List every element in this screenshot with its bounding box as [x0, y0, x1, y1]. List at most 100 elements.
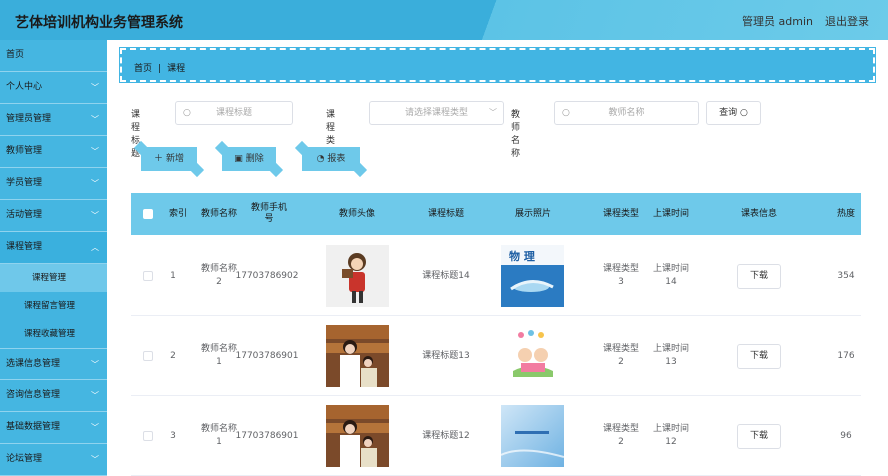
add-button[interactable]: ＋ 新增 [141, 147, 197, 171]
select-all-checkbox[interactable] [143, 209, 153, 219]
teacher-search-label: 教师名称 [511, 110, 521, 159]
chevron-down-icon: ﹀ [91, 360, 99, 369]
cell-teacher: 教师名称1 [200, 424, 237, 447]
column-header-index[interactable]: 索引 [163, 193, 193, 235]
cell-avatar [326, 236, 389, 316]
sidebar-item-teacher[interactable]: 教师管理 ﹀ [0, 136, 107, 168]
row-checkbox[interactable] [143, 431, 153, 441]
sidebar-item-profile[interactable]: 个人中心 ﹀ [0, 72, 107, 104]
search-icon: ○ [740, 108, 748, 118]
sidebar-subitem-label: 课程管理 [32, 273, 67, 283]
chevron-down-icon: ﹀ [91, 391, 99, 400]
sidebar-item-label: 基础数据管理 [6, 422, 61, 432]
column-header-phone[interactable]: 教师手机号 [249, 193, 289, 235]
sidebar-item-home[interactable]: 首页 [0, 40, 107, 72]
cell-avatar [326, 316, 389, 396]
download-button[interactable]: 下载 [737, 263, 781, 289]
chevron-down-icon: ﹀ [91, 211, 99, 220]
report-button[interactable]: ◔ 报表 [302, 147, 360, 171]
chevron-down-icon: ﹀ [91, 455, 99, 464]
cell-schedule: 下载 [736, 316, 782, 396]
plus-icon: ＋ [154, 154, 164, 164]
report-button-label: 报表 [327, 154, 346, 164]
cell-type: 课程类型2 [602, 424, 639, 447]
cell-type: 课程类型3 [602, 264, 639, 287]
cell-photo: 物 理 [501, 236, 564, 316]
row-select-cell [141, 396, 155, 476]
teacher-search-placeholder: 教师名称 [608, 108, 645, 118]
chevron-down-icon: ﹀ [489, 108, 497, 117]
course-photo-image [501, 325, 564, 387]
cell-title: 课程标题12 [422, 430, 470, 441]
chevron-down-icon: ﹀ [91, 115, 99, 124]
type-select-placeholder: 请选择课程类型 [404, 108, 468, 118]
cell-phone: 17703786901 [235, 430, 299, 441]
cell-phone: 17703786902 [235, 270, 299, 281]
column-header-avatar[interactable]: 教师头像 [327, 193, 387, 235]
sidebar-item-label: 课程管理 [6, 242, 43, 252]
sidebar-item-student[interactable]: 学员管理 ﹀ [0, 168, 107, 200]
column-header-photo[interactable]: 展示照片 [501, 193, 565, 235]
logout-link[interactable]: 退出登录 [825, 13, 869, 29]
column-header-time[interactable]: 上课时间 [646, 193, 696, 235]
column-header-title[interactable]: 课程标题 [416, 193, 476, 235]
sidebar-item-label: 管理员管理 [6, 114, 52, 124]
delete-button-label: 删除 [245, 154, 264, 164]
breadcrumb-home[interactable]: 首页 [134, 64, 152, 74]
title-search-placeholder: 课程标题 [215, 108, 252, 118]
search-icon: ○ [183, 108, 191, 118]
column-header-type[interactable]: 课程类型 [591, 193, 651, 235]
teacher-search-input[interactable]: ○ 教师名称 [554, 101, 699, 125]
sidebar-item-activity[interactable]: 活动管理 ﹀ [0, 200, 107, 232]
column-header-schedule[interactable]: 课表信息 [729, 193, 789, 235]
sidebar-subitem-course-favorite[interactable]: 课程收藏管理 [0, 320, 107, 348]
sidebar-item-label: 个人中心 [6, 82, 43, 92]
sidebar-item-label: 学员管理 [6, 178, 43, 188]
sidebar-item-label: 活动管理 [6, 210, 43, 220]
table-row: 2 教师名称1 17703786901 课程标题13 课程类型2 上课时间13 … [131, 316, 861, 396]
app-title: 艺体培训机构业务管理系统 [15, 15, 183, 31]
trash-icon: ▣ [234, 154, 243, 164]
download-button[interactable]: 下载 [737, 343, 781, 369]
search-icon: ○ [562, 108, 570, 118]
row-checkbox[interactable] [143, 351, 153, 361]
chart-icon: ◔ [316, 154, 325, 164]
sidebar-item-label: 论坛管理 [6, 454, 43, 464]
cell-index: 3 [170, 430, 176, 441]
cell-type: 课程类型2 [602, 344, 639, 367]
row-select-cell [141, 236, 155, 316]
physics-book-image: 物 理 [501, 245, 564, 307]
cell-teacher: 教师名称2 [200, 264, 237, 287]
row-select-cell [141, 316, 155, 396]
sidebar-subitem-course-message[interactable]: 课程留言管理 [0, 292, 107, 320]
table-row: 1 教师名称2 17703786902 课程标题14 物 理 课程类型3 上课时… [131, 236, 861, 316]
type-select[interactable]: 请选择课程类型 ﹀ [369, 101, 504, 125]
column-header-teacher[interactable]: 教师名称 [197, 193, 241, 235]
physics-book-title: 物 理 [509, 249, 535, 263]
sidebar-item-enroll[interactable]: 选课信息管理 ﹀ [0, 348, 107, 380]
title-search-input[interactable]: ○ 课程标题 [175, 101, 293, 125]
cell-time: 上课时间13 [652, 344, 689, 367]
sidebar-item-admin[interactable]: 管理员管理 ﹀ [0, 104, 107, 136]
sidebar-subitem-course[interactable]: 课程管理 [0, 264, 107, 292]
delete-button[interactable]: ▣ 删除 [222, 147, 276, 171]
cell-teacher: 教师名称1 [200, 344, 237, 367]
query-button[interactable]: 查询 ○ [706, 101, 761, 125]
row-checkbox[interactable] [143, 271, 153, 281]
table-header: 索引 教师名称 教师手机号 教师头像 课程标题 展示照片 课程类型 上课时间 课… [131, 193, 861, 235]
course-photo-image [501, 405, 564, 467]
download-button[interactable]: 下载 [737, 423, 781, 449]
breadcrumb-current: 课程 [167, 64, 186, 74]
sidebar-item-forum[interactable]: 论坛管理 ﹀ [0, 444, 107, 476]
cell-title: 课程标题14 [422, 270, 470, 281]
sidebar-item-basedata[interactable]: 基础数据管理 ﹀ [0, 412, 107, 444]
cell-schedule: 下载 [736, 236, 782, 316]
teacher-photo-image [326, 325, 389, 387]
sidebar-item-consult[interactable]: 咨询信息管理 ﹀ [0, 380, 107, 412]
column-header-heat[interactable]: 热度 [831, 193, 861, 235]
teacher-photo-image [326, 405, 389, 467]
sidebar-item-course[interactable]: 课程管理 ︿ [0, 232, 107, 264]
cell-phone: 17703786901 [235, 350, 299, 361]
teacher-cartoon-image [326, 245, 389, 307]
table-row: 3 教师名称1 17703786901 课程标题12 课程类型2 上课时间12 … [131, 396, 861, 476]
